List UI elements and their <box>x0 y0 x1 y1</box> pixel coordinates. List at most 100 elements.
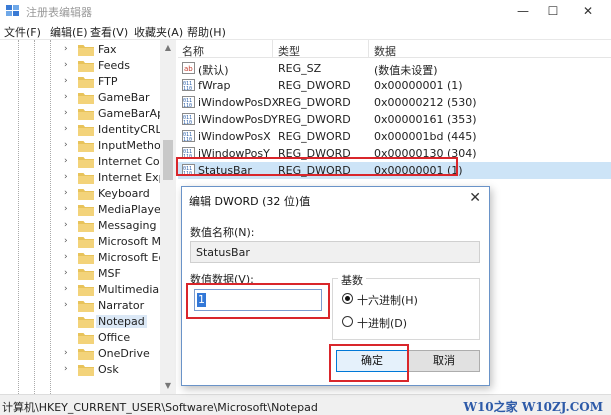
folder-icon <box>78 221 94 232</box>
folder-icon <box>78 301 94 312</box>
value-name: iWindowPosDX <box>198 96 280 109</box>
chevron-right-icon[interactable]: › <box>64 252 74 262</box>
column-type[interactable]: 类型 <box>278 43 300 59</box>
scroll-up-arrow-icon[interactable]: ▲ <box>160 40 176 56</box>
value-data: (数值未设置) <box>374 64 438 77</box>
chevron-right-icon[interactable]: › <box>64 60 74 70</box>
chevron-right-icon[interactable]: › <box>64 172 74 182</box>
value-data: 0x00000212 (530) <box>374 96 477 109</box>
key-tree: › Fax › Feeds › FTP › GameBar › GameBarApi › Identi… <box>0 40 176 394</box>
table-row[interactable]: 011 110 iWindowPosX REG_DWORD 0x000001bd (44… <box>178 128 611 145</box>
menu-favorites[interactable]: 收藏夹(A) <box>134 24 183 40</box>
folder-icon <box>78 365 94 376</box>
chevron-right-icon[interactable]: › <box>64 284 74 294</box>
dialog-close-icon[interactable]: ✕ <box>469 190 481 206</box>
menu-bar: 文件(F) 编辑(E) 查看(V) 收藏夹(A) 帮助(H) <box>0 22 611 40</box>
chevron-right-icon[interactable]: › <box>64 204 74 214</box>
folder-icon <box>78 189 94 200</box>
dword-value-icon: 011110 <box>182 79 195 91</box>
radio-hexadecimal[interactable]: 十六进制(H) <box>342 291 452 307</box>
chevron-right-icon[interactable]: › <box>64 268 74 278</box>
table-row[interactable]: 011 110 fWrap REG_DWORD 0x00000001 (1) <box>178 77 611 94</box>
string-value-icon: ab <box>182 62 195 74</box>
radio-dec-icon[interactable] <box>342 316 353 327</box>
column-separator[interactable] <box>272 40 273 58</box>
maximize-button[interactable]: ☐ <box>539 2 567 20</box>
radio-hex-icon[interactable] <box>342 293 353 304</box>
svg-text:110: 110 <box>183 103 192 108</box>
folder-icon <box>78 237 94 248</box>
key-path: 计算机\HKEY_CURRENT_USER\Software\Microsoft… <box>2 401 318 414</box>
chevron-right-icon[interactable]: › <box>64 220 74 230</box>
folder-icon <box>78 141 94 152</box>
folder-icon <box>78 253 94 264</box>
folder-icon <box>78 269 94 280</box>
column-separator[interactable] <box>368 40 369 58</box>
chevron-right-icon[interactable]: › <box>64 300 74 310</box>
minimize-button[interactable]: — <box>509 2 537 20</box>
close-button[interactable]: ✕ <box>574 2 602 20</box>
tree-item-label: Office <box>98 331 131 344</box>
chevron-right-icon[interactable]: › <box>64 348 74 358</box>
value-name-field: StatusBar <box>190 241 480 263</box>
statusbar-row-highlight <box>176 157 458 176</box>
tree-item-label: Fax <box>98 43 117 56</box>
tree-guide <box>50 40 51 394</box>
tree-guide <box>18 40 19 394</box>
chevron-right-icon[interactable]: › <box>64 108 74 118</box>
svg-text:ab: ab <box>184 65 193 73</box>
folder-icon <box>78 109 94 120</box>
column-name[interactable]: 名称 <box>182 43 204 59</box>
folder-icon <box>78 173 94 184</box>
tree-scrollbar[interactable]: ▲ ▼ <box>160 40 176 394</box>
folder-icon <box>78 61 94 72</box>
chevron-right-icon[interactable]: › <box>64 76 74 86</box>
dword-value-icon: 011110 <box>182 130 195 142</box>
status-bar: 计算机\HKEY_CURRENT_USER\Software\Microsoft… <box>0 394 611 415</box>
chevron-right-icon[interactable]: › <box>64 124 74 134</box>
chevron-right-icon[interactable]: › <box>64 156 74 166</box>
radio-decimal[interactable]: 十进制(D) <box>342 314 452 330</box>
menu-help[interactable]: 帮助(H) <box>187 24 226 40</box>
value-name-label: 数值名称(N): <box>190 226 255 239</box>
value-data: 0x00000001 (1) <box>374 79 463 92</box>
tree-item-label: MSF <box>98 267 121 280</box>
chevron-right-icon[interactable]: › <box>64 364 74 374</box>
tree-item-label: Feeds <box>98 59 130 72</box>
cancel-button[interactable]: 取消 <box>408 350 480 372</box>
tree-item-label: OneDrive <box>98 347 150 360</box>
value-data-highlight <box>186 283 330 319</box>
column-data[interactable]: 数据 <box>374 43 396 59</box>
chevron-right-icon[interactable]: › <box>64 44 74 54</box>
folder-icon <box>78 205 94 216</box>
folder-icon <box>78 333 94 344</box>
chevron-right-icon[interactable]: › <box>64 236 74 246</box>
value-name: iWindowPosDY <box>198 113 278 126</box>
menu-file[interactable]: 文件(F) <box>4 24 41 40</box>
dword-value-icon: 011110 <box>182 96 195 108</box>
scroll-down-arrow-icon[interactable]: ▼ <box>160 378 176 394</box>
tree-item-label: GameBar <box>98 91 150 104</box>
tree-item-label: IdentityCRL <box>98 123 162 136</box>
tree-guide <box>34 40 35 394</box>
table-row[interactable]: 011 110 iWindowPosDY REG_DWORD 0x00000161 (3… <box>178 111 611 128</box>
svg-text:110: 110 <box>183 137 192 142</box>
radio-hex-label: 十六进制(H) <box>357 294 418 307</box>
folder-icon <box>78 157 94 168</box>
value-type: REG_DWORD <box>278 96 351 109</box>
tree-item-label: Multimedia <box>98 283 160 296</box>
chevron-right-icon[interactable]: › <box>64 140 74 150</box>
tree-item-label: Keyboard <box>98 187 150 200</box>
tree-item-label: Notepad <box>96 315 147 328</box>
folder-icon <box>78 77 94 88</box>
dword-value-icon: 011110 <box>182 113 195 125</box>
chevron-right-icon[interactable]: › <box>64 188 74 198</box>
folder-icon <box>78 317 94 328</box>
scroll-thumb[interactable] <box>163 140 173 180</box>
folder-icon <box>78 93 94 104</box>
chevron-right-icon[interactable]: › <box>64 92 74 102</box>
table-row[interactable]: ab (默认) REG_SZ (数值未设置) <box>178 60 611 77</box>
table-row[interactable]: 011 110 iWindowPosDX REG_DWORD 0x00000212 (5… <box>178 94 611 111</box>
menu-edit[interactable]: 编辑(E) <box>50 24 88 40</box>
menu-view[interactable]: 查看(V) <box>90 24 128 40</box>
